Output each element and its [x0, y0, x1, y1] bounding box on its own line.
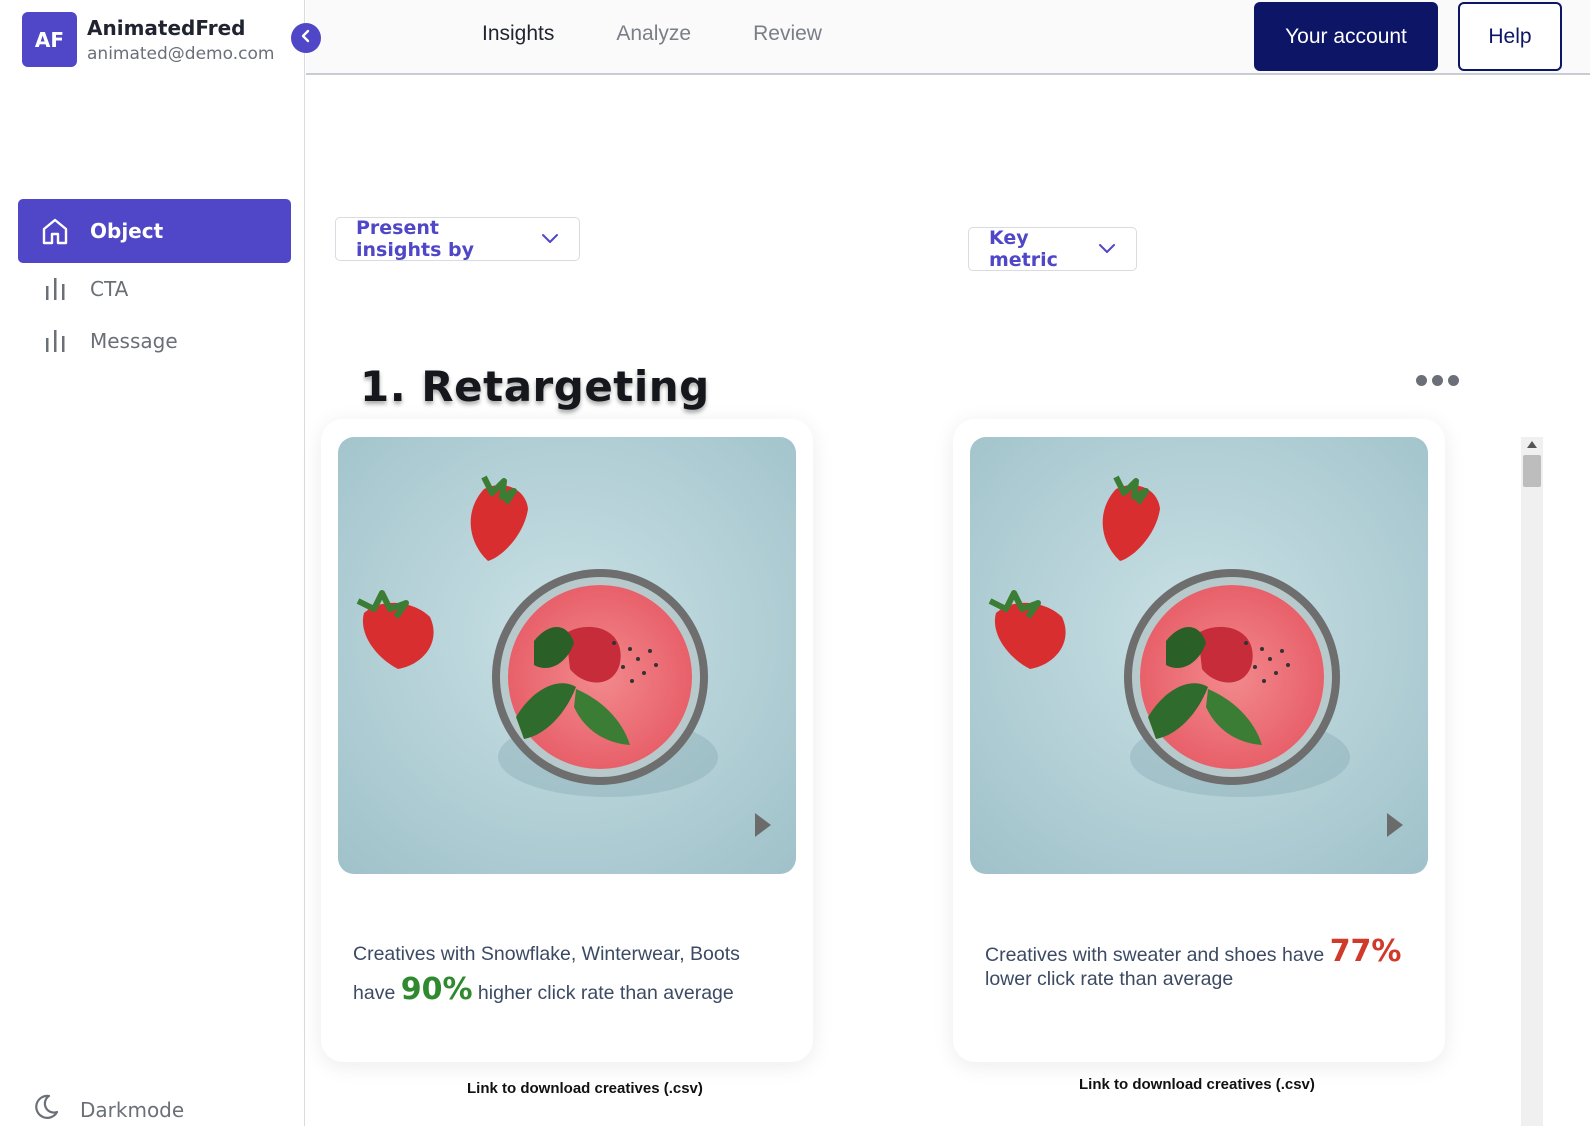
scroll-thumb[interactable] — [1523, 455, 1541, 487]
insight-percent: 90% — [400, 972, 473, 1007]
profile-text: AnimatedFred animated@demo.com — [87, 16, 274, 64]
creative-image[interactable] — [970, 437, 1428, 874]
insight-percent: 77% — [1329, 934, 1402, 969]
vertical-scrollbar[interactable] — [1521, 437, 1543, 1126]
section-title: 1. Retargeting — [360, 362, 710, 411]
present-insights-label: Present insights by — [356, 217, 474, 261]
tab-insights[interactable]: Insights — [482, 22, 554, 46]
app-root: AF AnimatedFred animated@demo.com Object — [0, 0, 1590, 1126]
insight-text: Creatives with Snowflake, Winterwear, Bo… — [353, 936, 783, 1011]
bar-chart-icon — [38, 272, 72, 306]
moon-icon — [32, 1093, 60, 1126]
more-options-icon[interactable] — [1416, 375, 1459, 386]
insight-card: Creatives with Snowflake, Winterwear, Bo… — [321, 419, 813, 1062]
download-creatives-link[interactable]: Link to download creatives (.csv) — [1079, 1076, 1315, 1093]
user-profile[interactable]: AF AnimatedFred animated@demo.com — [22, 12, 274, 67]
bar-chart-icon — [38, 324, 72, 358]
sidebar-item-object[interactable]: Object — [18, 199, 291, 263]
chevron-left-icon — [299, 29, 313, 48]
scroll-up-arrow-icon[interactable] — [1527, 441, 1537, 448]
tab-review[interactable]: Review — [753, 22, 822, 46]
sidebar-item-label: CTA — [90, 277, 129, 301]
collapse-sidebar-button[interactable] — [291, 23, 321, 53]
insight-text: Creatives with sweater and shoes have 77… — [985, 937, 1415, 991]
sidebar: AF AnimatedFred animated@demo.com Object — [0, 0, 305, 1126]
sidebar-item-label: Object — [90, 219, 164, 243]
tab-analyze[interactable]: Analyze — [616, 22, 691, 46]
key-metric-label: Key metric — [989, 227, 1058, 271]
present-insights-dropdown[interactable]: Present insights by — [335, 217, 580, 261]
top-bar: Insights Analyze Review Your account Hel… — [306, 0, 1590, 75]
sidebar-item-message[interactable]: Message — [18, 315, 291, 367]
profile-name: AnimatedFred — [87, 15, 246, 40]
help-button[interactable]: Help — [1458, 2, 1562, 71]
insight-card: Creatives with sweater and shoes have 77… — [953, 419, 1445, 1062]
chevron-down-icon — [541, 228, 559, 250]
creative-image[interactable] — [338, 437, 796, 874]
avatar: AF — [22, 12, 77, 67]
sidebar-nav: Object CTA Message — [18, 199, 291, 367]
chevron-down-icon — [1098, 238, 1116, 260]
play-icon[interactable] — [754, 812, 772, 838]
play-icon[interactable] — [1386, 812, 1404, 838]
download-creatives-link[interactable]: Link to download creatives (.csv) — [467, 1080, 703, 1097]
sidebar-item-label: Message — [90, 329, 178, 353]
sidebar-item-cta[interactable]: CTA — [18, 263, 291, 315]
insight-text-after: lower click rate than average — [985, 968, 1234, 990]
insight-text-before: Creatives with sweater and shoes have — [985, 944, 1330, 966]
your-account-button[interactable]: Your account — [1254, 2, 1438, 71]
profile-email: animated@demo.com — [87, 43, 275, 64]
darkmode-toggle[interactable]: Darkmode — [32, 1093, 184, 1126]
home-icon — [38, 214, 72, 248]
darkmode-label: Darkmode — [80, 1097, 185, 1122]
insight-text-after: higher click rate than average — [472, 982, 734, 1004]
key-metric-dropdown[interactable]: Key metric — [968, 227, 1137, 271]
top-tabs: Insights Analyze Review — [482, 22, 884, 46]
